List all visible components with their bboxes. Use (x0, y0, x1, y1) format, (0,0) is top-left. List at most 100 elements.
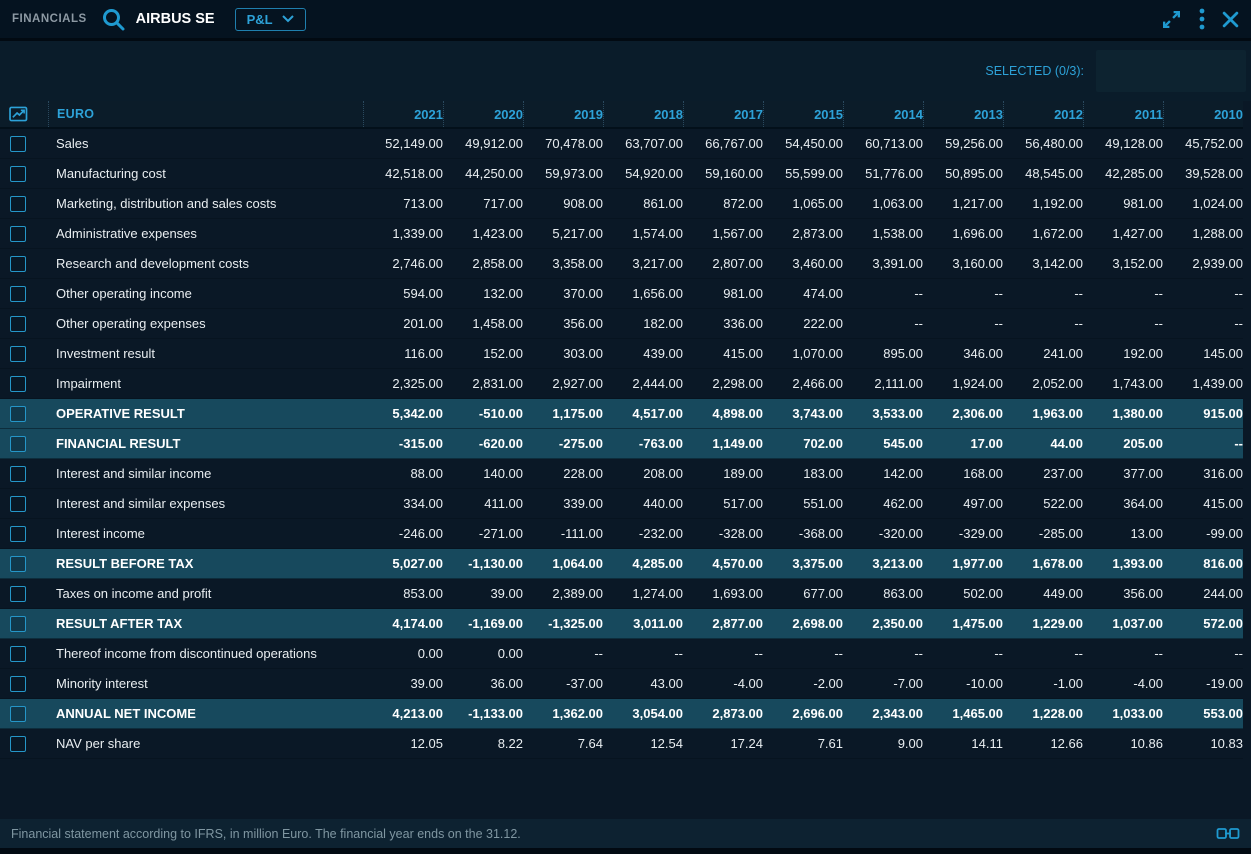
cell-value: 4,285.00 (603, 556, 683, 571)
selected-series-box[interactable] (1096, 50, 1246, 92)
cell-value: 7.61 (763, 736, 843, 751)
statement-type-dropdown[interactable]: P&L (235, 8, 306, 31)
cell-value: 182.00 (603, 316, 683, 331)
column-header-year: 2010 (1163, 101, 1243, 127)
row-checkbox[interactable] (10, 736, 26, 752)
cell-value: 88.00 (363, 466, 443, 481)
row-checkbox[interactable] (10, 676, 26, 692)
cell-value: 1,024.00 (1163, 196, 1243, 211)
kebab-menu-icon[interactable] (1199, 8, 1205, 30)
table-row: ANNUAL NET INCOME4,213.00-1,133.001,362.… (0, 699, 1243, 729)
cell-value: 3,391.00 (843, 256, 923, 271)
cell-value: 5,027.00 (363, 556, 443, 571)
row-checkbox[interactable] (10, 316, 26, 332)
column-header-year: 2017 (683, 101, 763, 127)
row-checkbox[interactable] (10, 136, 26, 152)
row-checkbox[interactable] (10, 466, 26, 482)
row-label: Other operating income (48, 286, 363, 301)
table-row: Minority interest39.0036.00-37.0043.00-4… (0, 669, 1243, 699)
row-checkbox[interactable] (10, 196, 26, 212)
checkbox-cell (0, 496, 48, 512)
close-icon[interactable] (1222, 11, 1239, 28)
row-label: Research and development costs (48, 256, 363, 271)
table-row: Marketing, distribution and sales costs7… (0, 189, 1243, 219)
cell-value: -1.00 (1003, 676, 1083, 691)
row-checkbox[interactable] (10, 406, 26, 422)
cell-value: 861.00 (603, 196, 683, 211)
cell-value: -4.00 (1083, 676, 1163, 691)
cell-value: 222.00 (763, 316, 843, 331)
row-checkbox[interactable] (10, 496, 26, 512)
cell-value: 10.86 (1083, 736, 1163, 751)
cell-value: 2,939.00 (1163, 256, 1243, 271)
cell-value: 2,698.00 (763, 616, 843, 631)
cell-value: 3,213.00 (843, 556, 923, 571)
row-checkbox[interactable] (10, 526, 26, 542)
cell-value: -1,169.00 (443, 616, 523, 631)
cell-value: 440.00 (603, 496, 683, 511)
cell-value: 551.00 (763, 496, 843, 511)
cell-value: 63,707.00 (603, 136, 683, 151)
row-checkbox[interactable] (10, 436, 26, 452)
chevron-down-icon (282, 15, 294, 23)
row-checkbox[interactable] (10, 706, 26, 722)
cell-value: 237.00 (1003, 466, 1083, 481)
row-checkbox[interactable] (10, 376, 26, 392)
checkbox-cell (0, 556, 48, 572)
cell-value: 1,037.00 (1083, 616, 1163, 631)
row-checkbox[interactable] (10, 556, 26, 572)
cell-value: 54,450.00 (763, 136, 843, 151)
table-row: Interest and similar income88.00140.0022… (0, 459, 1243, 489)
cell-value: 1,064.00 (523, 556, 603, 571)
table-row: Research and development costs2,746.002,… (0, 249, 1243, 279)
company-name: AIRBUS SE (136, 11, 215, 27)
row-checkbox[interactable] (10, 646, 26, 662)
row-label: Interest income (48, 526, 363, 541)
column-header-year: 2014 (843, 101, 923, 127)
row-label: FINANCIAL RESULT (48, 436, 363, 451)
cell-value: 356.00 (1083, 586, 1163, 601)
cell-value: 36.00 (443, 676, 523, 691)
cell-value: 517.00 (683, 496, 763, 511)
row-checkbox[interactable] (10, 226, 26, 242)
row-checkbox[interactable] (10, 166, 26, 182)
checkbox-cell (0, 226, 48, 242)
cell-value: 2,873.00 (683, 706, 763, 721)
cell-value: 3,011.00 (603, 616, 683, 631)
row-label: RESULT AFTER TAX (48, 616, 363, 631)
row-label: Interest and similar income (48, 466, 363, 481)
expand-icon[interactable] (1161, 9, 1182, 30)
cell-value: -7.00 (843, 676, 923, 691)
row-label: OPERATIVE RESULT (48, 406, 363, 421)
financials-table: EURO 20212020201920182017201520142013201… (0, 101, 1251, 759)
row-checkbox[interactable] (10, 256, 26, 272)
cell-value: -- (843, 646, 923, 661)
checkbox-cell (0, 436, 48, 452)
cell-value: 13.00 (1083, 526, 1163, 541)
search-icon[interactable] (101, 7, 126, 32)
table-row: RESULT AFTER TAX4,174.00-1,169.00-1,325.… (0, 609, 1243, 639)
table-row: Impairment2,325.002,831.002,927.002,444.… (0, 369, 1243, 399)
cell-value: 66,767.00 (683, 136, 763, 151)
app-title: FINANCIALS (12, 13, 87, 25)
cell-value: 4,174.00 (363, 616, 443, 631)
cell-value: 1,475.00 (923, 616, 1003, 631)
row-checkbox[interactable] (10, 616, 26, 632)
cell-value: 1,427.00 (1083, 226, 1163, 241)
cell-value: 3,460.00 (763, 256, 843, 271)
row-label: Investment result (48, 346, 363, 361)
row-checkbox[interactable] (10, 586, 26, 602)
table-row: Interest income-246.00-271.00-111.00-232… (0, 519, 1243, 549)
table-row: RESULT BEFORE TAX5,027.00-1,130.001,064.… (0, 549, 1243, 579)
cell-value: -- (1083, 316, 1163, 331)
link-icon[interactable] (1216, 827, 1240, 840)
checkbox-cell (0, 286, 48, 302)
column-header-year: 2019 (523, 101, 603, 127)
row-checkbox[interactable] (10, 286, 26, 302)
cell-value: 12.66 (1003, 736, 1083, 751)
table-row: Interest and similar expenses334.00411.0… (0, 489, 1243, 519)
checkbox-cell (0, 616, 48, 632)
cell-value: 2,807.00 (683, 256, 763, 271)
cell-value: 449.00 (1003, 586, 1083, 601)
row-checkbox[interactable] (10, 346, 26, 362)
